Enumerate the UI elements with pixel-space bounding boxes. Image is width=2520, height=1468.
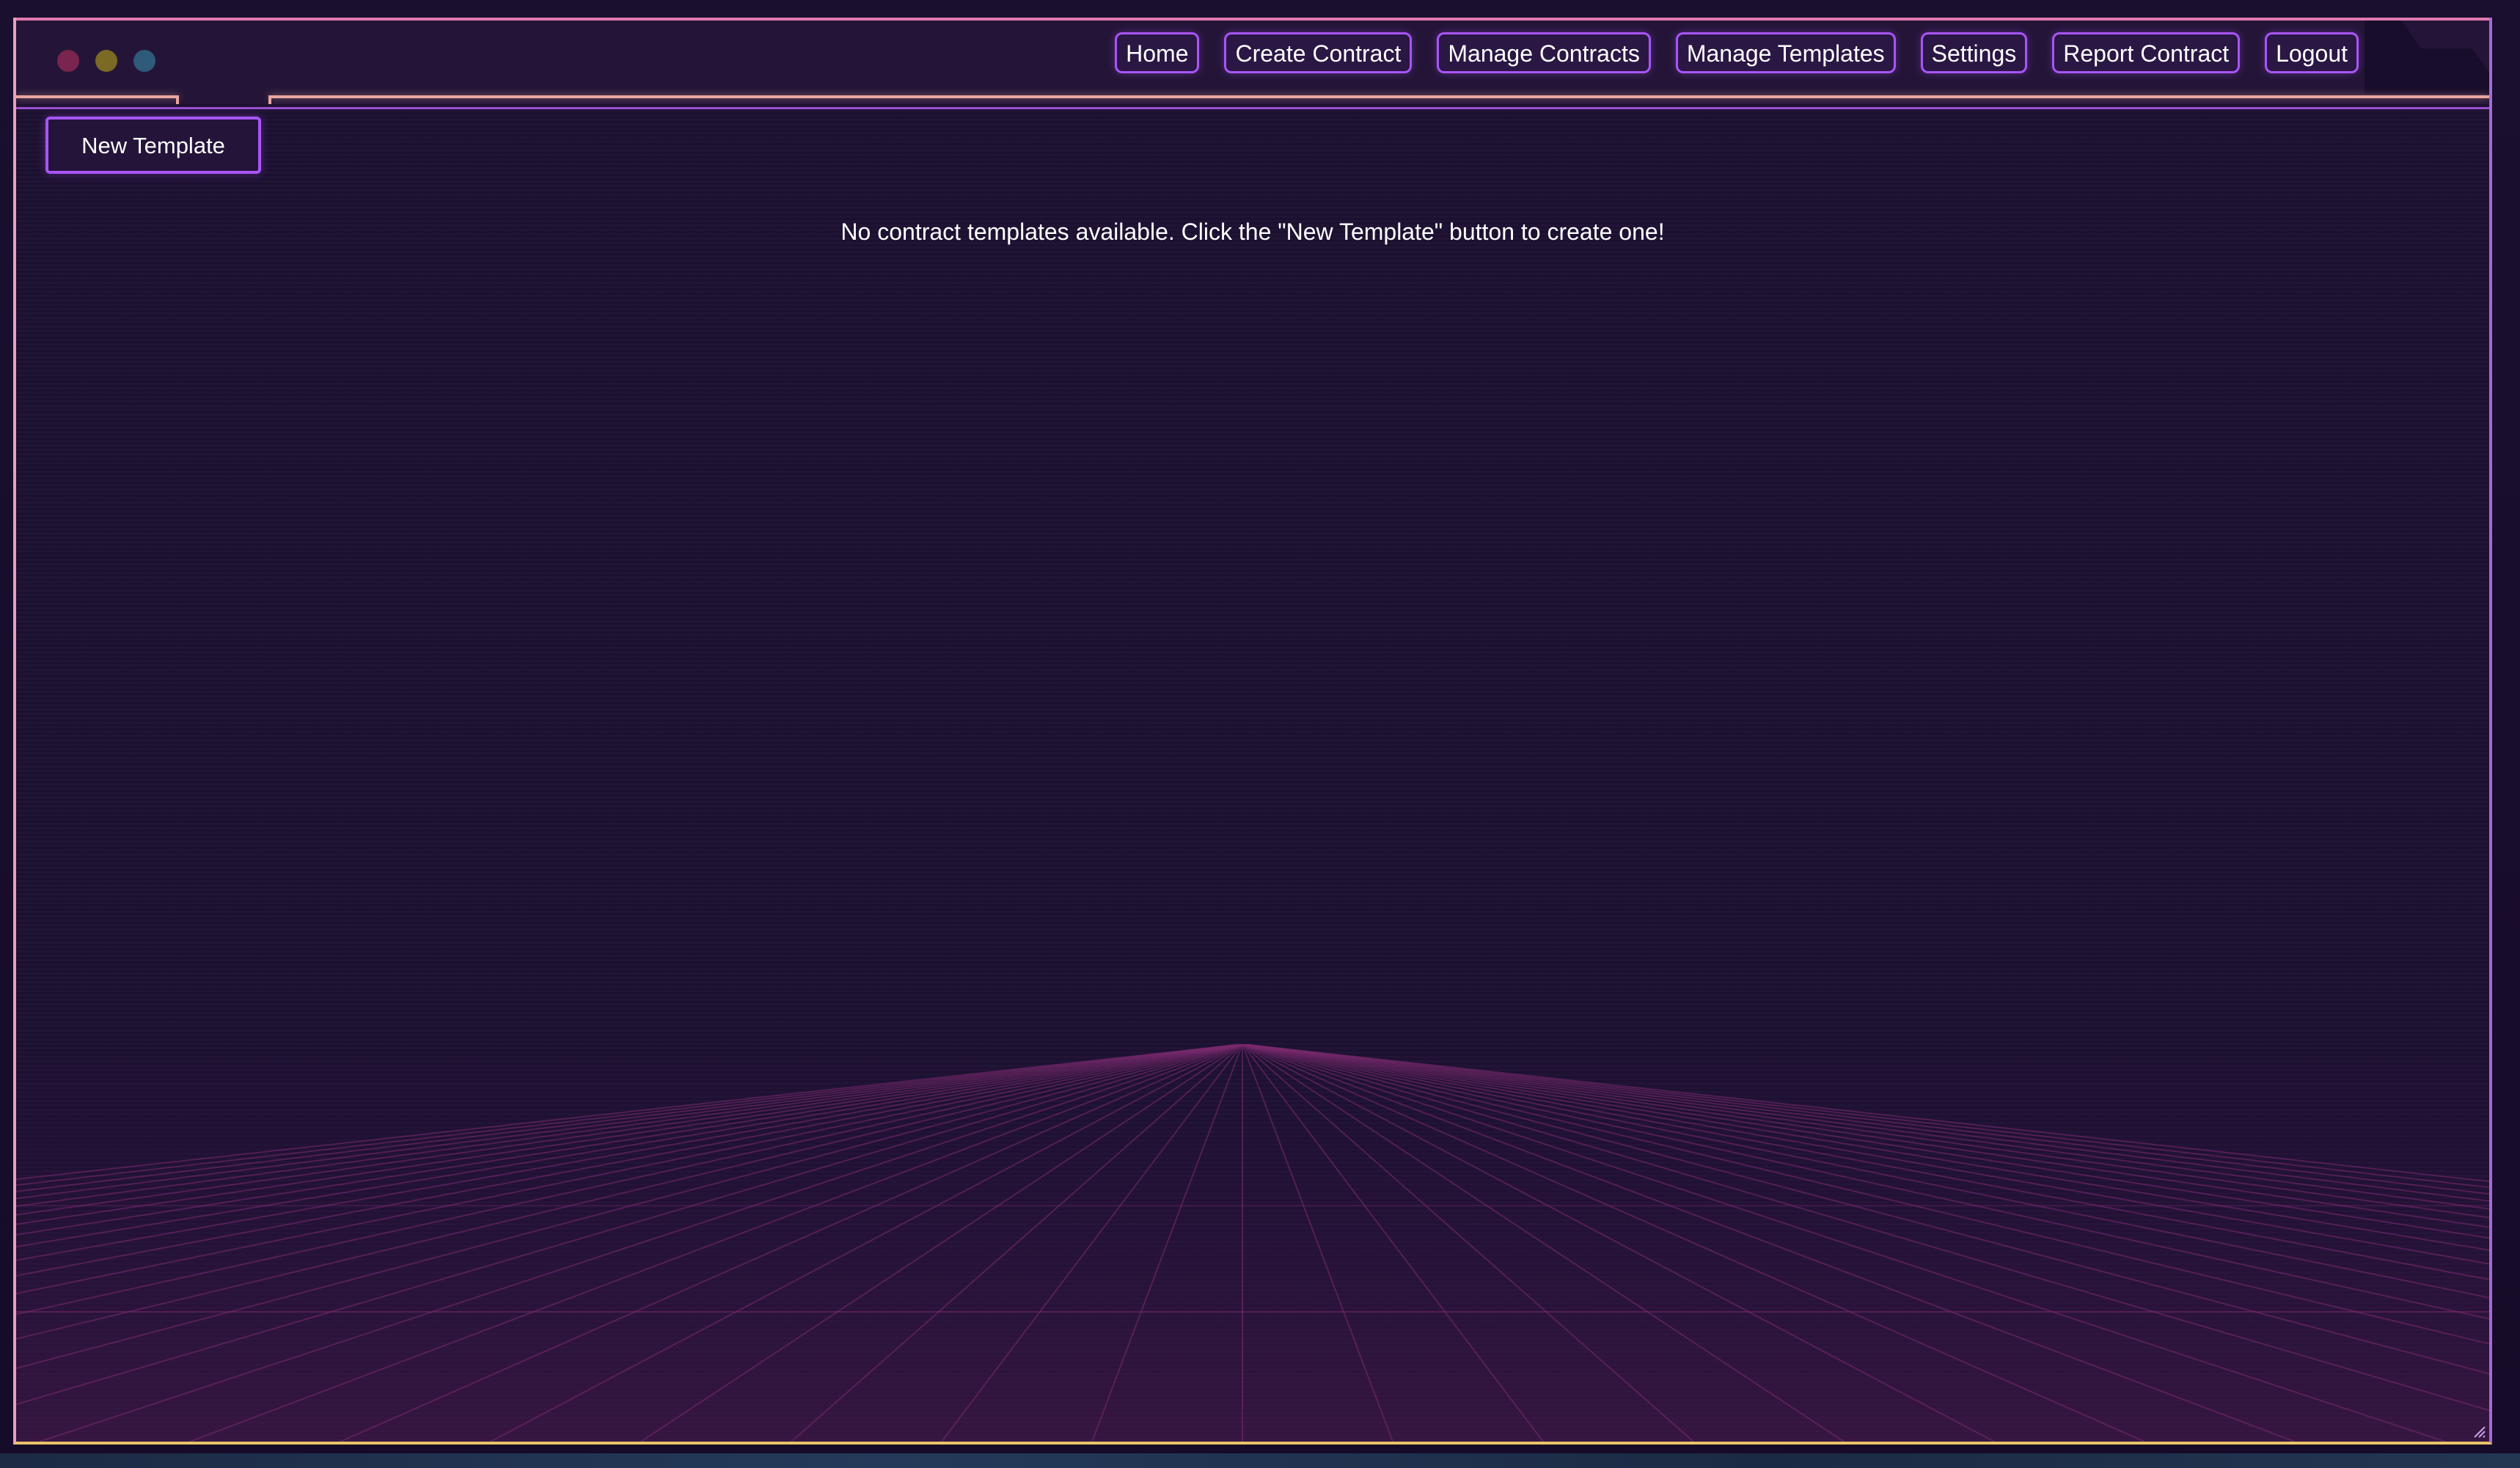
title-bar: Home Create Contract Manage Contracts Ma… (16, 18, 2489, 104)
title-bar-notch (2365, 21, 2489, 94)
desktop-wallpaper-strip (0, 1453, 2520, 1468)
header-divider-left-stem (176, 95, 179, 104)
header-divider-right-stem (268, 95, 271, 104)
app-window: Home Create Contract Manage Contracts Ma… (13, 18, 2492, 1445)
nav-home-button[interactable]: Home (1115, 32, 1200, 73)
empty-state-message: No contract templates available. Click t… (840, 219, 1665, 245)
nav-report-contract-button[interactable]: Report Contract (2052, 32, 2241, 73)
new-template-button[interactable]: New Template (45, 117, 261, 174)
nav-manage-contracts-button[interactable]: Manage Contracts (1437, 32, 1651, 73)
minimize-window-icon[interactable] (95, 50, 117, 72)
nav-create-contract-button[interactable]: Create Contract (1224, 32, 1413, 73)
content-area (16, 107, 2489, 1442)
close-window-icon[interactable] (57, 50, 79, 72)
zoom-window-icon[interactable] (133, 50, 155, 72)
main-nav: Home Create Contract Manage Contracts Ma… (1115, 32, 2359, 73)
nav-logout-button[interactable]: Logout (2265, 32, 2359, 73)
header-divider-right (268, 95, 2489, 98)
resize-handle-icon[interactable] (2470, 1423, 2486, 1439)
header-divider-left (16, 95, 179, 98)
nav-manage-templates-button[interactable]: Manage Templates (1675, 32, 1896, 73)
nav-settings-button[interactable]: Settings (1920, 32, 2028, 73)
